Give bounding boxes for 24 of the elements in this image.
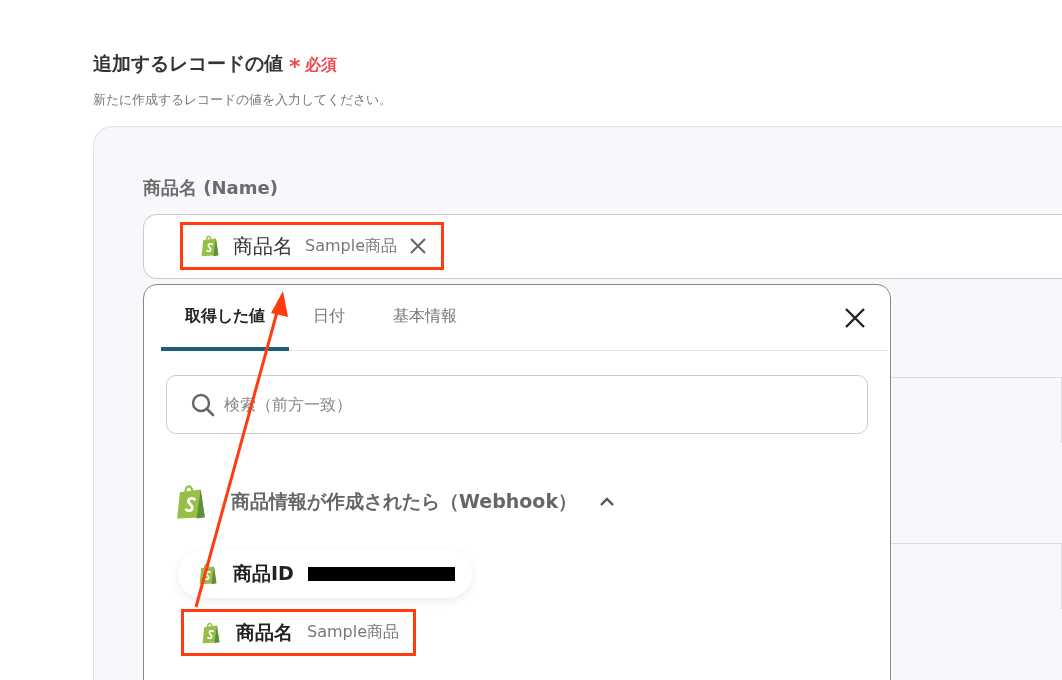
required-mark: * xyxy=(289,54,301,79)
token-name: 商品名 xyxy=(236,619,293,645)
token-value: Sample商品 xyxy=(305,235,397,257)
shopping-bag-icon xyxy=(197,563,219,585)
shopping-bag-icon xyxy=(200,621,222,644)
field-label: 商品名 (Name) xyxy=(143,176,279,200)
tab[interactable]: 基本情報 xyxy=(369,285,481,351)
input-field[interactable]: 商品名 Sample商品 xyxy=(143,214,1062,279)
value-item[interactable]: 商品ID xyxy=(178,550,472,598)
token-value: Sample商品 xyxy=(307,622,399,643)
close-icon[interactable] xyxy=(844,307,866,329)
section-description: 新たに作成するレコードの値を入力してください。 xyxy=(93,91,393,109)
section-title: 追加するレコードの値 xyxy=(93,51,283,76)
remove-icon[interactable] xyxy=(409,237,427,255)
required-label: 必須 xyxy=(304,55,337,76)
token-name: 商品ID xyxy=(233,561,294,586)
chevron-up-icon[interactable] xyxy=(599,497,616,507)
value-token[interactable]: 商品名 Sample商品 xyxy=(180,222,444,270)
token-name: 商品名 xyxy=(233,232,293,260)
search-icon xyxy=(191,393,215,417)
tab[interactable]: 日付 xyxy=(289,285,369,351)
shopping-bag-icon xyxy=(199,235,221,257)
value-item[interactable]: 商品名 Sample商品 xyxy=(181,609,416,656)
group-title: 商品情報が作成されたら（Webhook） xyxy=(231,489,578,514)
